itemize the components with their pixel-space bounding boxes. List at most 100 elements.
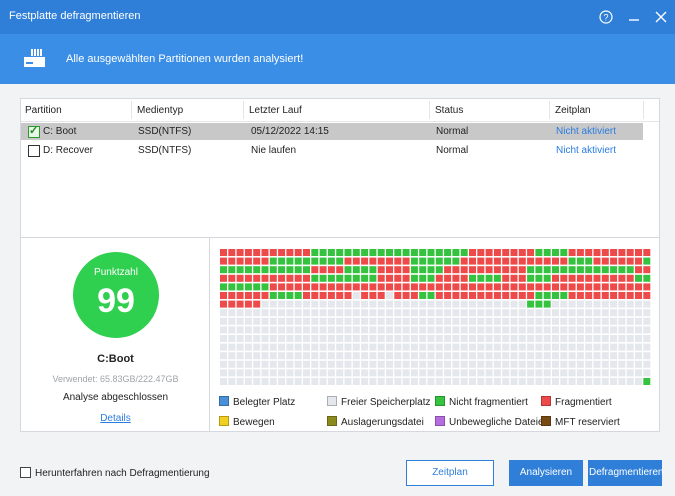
disk-block [344,283,352,291]
col-schedule[interactable]: Zeitplan [555,105,591,116]
minimize-icon[interactable] [625,8,643,26]
disk-block [294,352,302,360]
disk-block [518,266,526,274]
col-last-run[interactable]: Letzter Lauf [249,105,302,116]
table-row-c-boot[interactable]: C: Boot SSD(NTFS) 05/12/2022 14:15 Norma… [21,123,643,140]
disk-block [477,249,485,256]
disk-block [394,317,402,325]
disk-block [626,317,634,325]
details-link[interactable]: Details [21,413,210,424]
disk-block [386,317,393,325]
disk-block [344,326,352,334]
disk-block [502,249,510,256]
disk-block [435,378,443,385]
disk-block [261,249,269,256]
partition-title: C:Boot [97,353,134,365]
analyze-button[interactable]: Analysieren [509,460,583,486]
disk-block [493,300,501,308]
col-media-type[interactable]: Medientyp [137,105,183,116]
disk-block [352,283,360,291]
disk-block [394,257,402,265]
disk-block [336,317,344,325]
disk-block [493,343,501,351]
disk-block [618,309,626,317]
disk-block [410,378,418,385]
disk-block [601,300,609,308]
disk-block [269,352,277,360]
disk-block [261,326,269,334]
disk-block [485,317,493,325]
disk-block [286,326,294,334]
disk-block [568,309,576,317]
disk-block [469,309,476,317]
disk-block [618,369,626,377]
disk-block [369,360,377,368]
col-partition[interactable]: Partition [25,105,62,116]
disk-block [618,283,626,291]
disk-block [552,335,559,342]
disk-block [361,292,369,299]
disk-block [610,378,618,385]
disk-block [510,343,518,351]
disk-block [444,249,452,256]
disk-block [585,300,593,308]
disk-block [228,343,236,351]
disk-block [477,326,485,334]
schedule-link[interactable]: Nicht aktiviert [556,126,616,137]
disk-block [610,309,618,317]
close-icon[interactable] [652,8,670,26]
partition-checkbox-c[interactable] [28,124,40,138]
disk-block [220,343,227,351]
disk-block [303,352,310,360]
disk-block [286,283,294,291]
disk-block [286,352,294,360]
shutdown-option[interactable]: Herunterfahren nach Defragmentierung [20,467,210,479]
disk-block [576,326,584,334]
disk-block [626,326,634,334]
disk-block [502,352,510,360]
schedule-button[interactable]: Zeitplan [406,460,494,486]
disk-block [527,343,535,351]
disk-block [552,369,559,377]
disk-block [635,292,642,299]
disk-block [552,257,559,265]
disk-block [344,335,352,342]
shutdown-checkbox[interactable] [20,467,31,478]
disk-block [344,352,352,360]
disk-block [427,326,435,334]
disk-block [336,266,344,274]
disk-block [303,335,310,342]
disk-block [601,317,609,325]
defragment-button[interactable]: Defragmentieren [588,460,663,486]
schedule-link[interactable]: Nicht aktiviert [556,145,616,156]
disk-block [485,266,493,274]
disk-block [601,309,609,317]
disk-block [643,352,651,360]
disk-block [352,317,360,325]
disk-block [294,369,302,377]
disk-block [386,378,393,385]
disk-block [593,317,601,325]
legend-mft: MFT reserviert [541,416,620,428]
disk-block [427,249,435,256]
disk-block [377,283,385,291]
disk-block [269,343,277,351]
disk-block [460,300,468,308]
table-row-d-recover[interactable]: D: Recover SSD(NTFS) Nie laufen Normal N… [21,142,643,159]
disk-block [502,317,510,325]
disk-block [327,309,335,317]
disk-block [477,369,485,377]
disk-block [469,378,476,385]
disk-block [344,257,352,265]
disk-block [336,292,344,299]
disk-block [344,300,352,308]
disk-block [510,352,518,360]
disk-block [518,335,526,342]
disk-block [427,360,435,368]
help-icon[interactable]: ? [597,8,615,26]
disk-block [344,309,352,317]
disk-block [410,369,418,377]
partition-checkbox-d[interactable] [28,145,40,157]
disk-block [236,326,244,334]
col-status[interactable]: Status [435,105,463,116]
